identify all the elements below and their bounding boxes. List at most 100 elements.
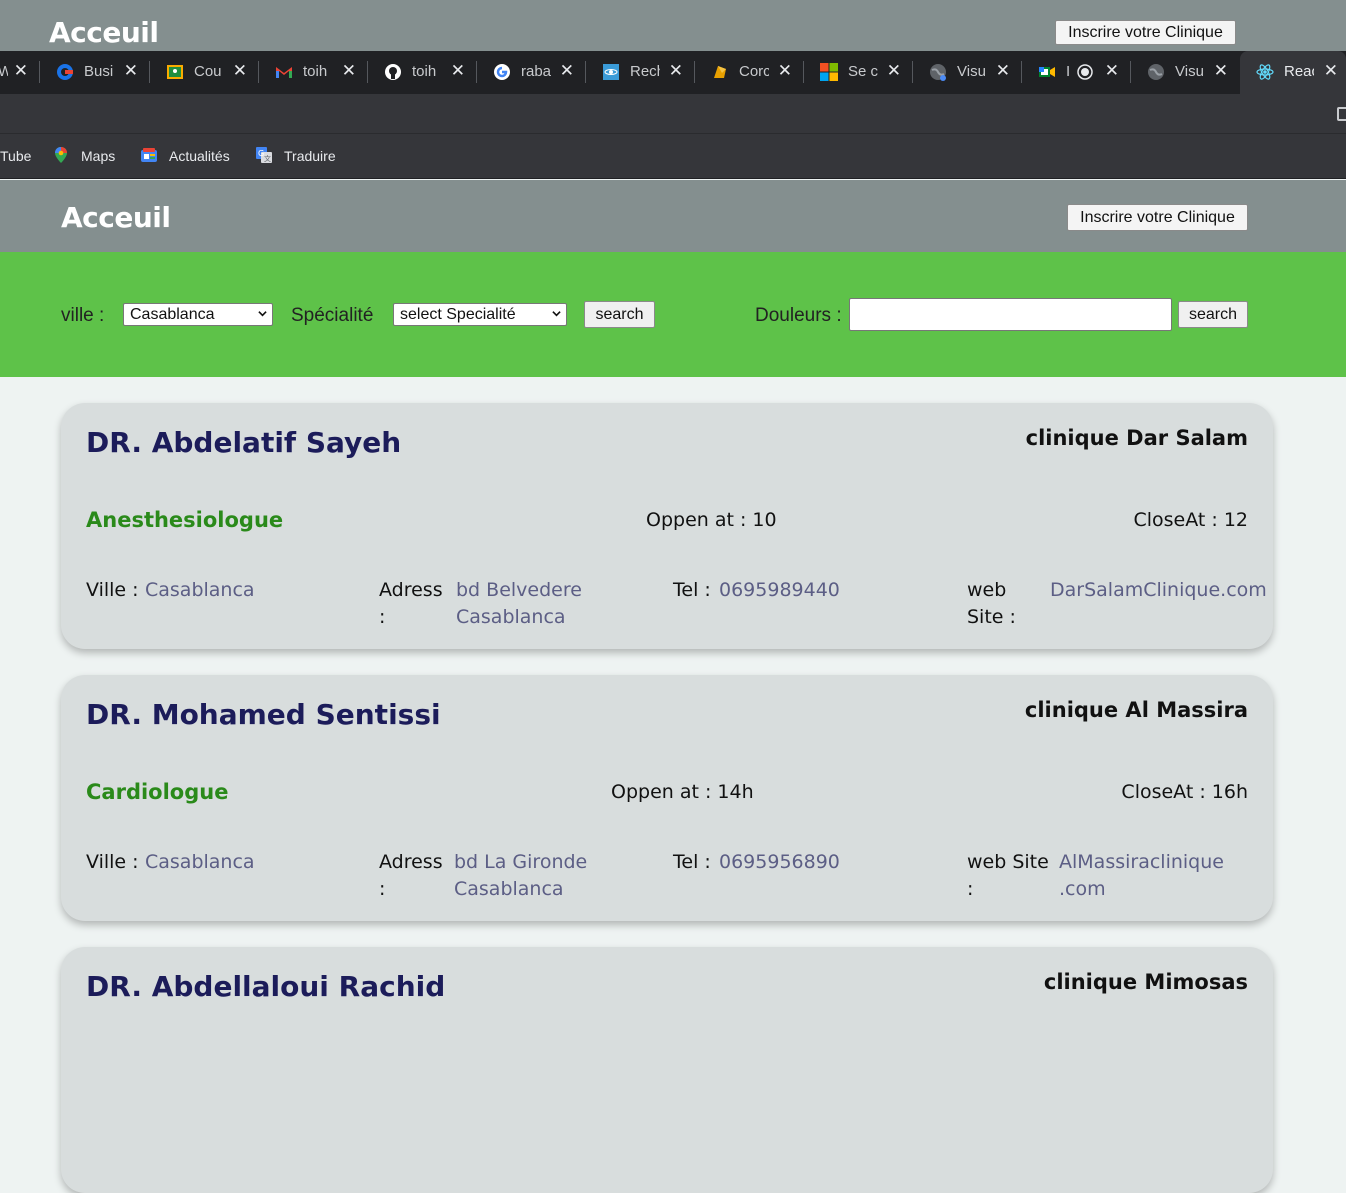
douleurs-input[interactable]: [849, 298, 1172, 331]
website-link[interactable]: AlMassiraclinique: [1059, 849, 1224, 876]
maps-pin-icon: [55, 147, 67, 163]
ghost-header-title: Acceuil: [49, 16, 159, 49]
browser-tab[interactable]: toih ✕: [259, 51, 368, 94]
website-link-line-2[interactable]: .com: [1059, 876, 1106, 903]
specialite-select-value: select Specialité: [400, 306, 516, 323]
classroom-icon: [167, 65, 183, 79]
bookmarks-bar: Tube Maps Actualités G文 Traduire: [0, 133, 1346, 179]
browser-tab[interactable]: W ✕: [0, 51, 40, 94]
close-icon[interactable]: ✕: [996, 61, 1010, 81]
tab-label: Rech: [630, 63, 660, 80]
bookmark-maps[interactable]: Maps: [81, 147, 115, 165]
close-icon[interactable]: ✕: [451, 61, 465, 81]
close-icon[interactable]: ✕: [669, 61, 683, 81]
doctor-card[interactable]: DR. Mohamed Sentissi clinique Al Massira…: [61, 675, 1273, 921]
react-site-icon: [603, 64, 619, 80]
google-icon: [494, 64, 510, 80]
clinic-name: clinique Mimosas: [1043, 970, 1248, 994]
tab-label: Reac: [1284, 63, 1314, 80]
bookmark-translate[interactable]: Traduire: [284, 147, 336, 165]
browser-tab[interactable]: Se c ✕: [804, 51, 913, 94]
close-icon[interactable]: ✕: [560, 61, 574, 81]
app-header: Acceuil Inscrire votre Clinique: [0, 180, 1346, 252]
adress-key: Adress: [379, 851, 443, 873]
bookmark-news[interactable]: Actualités: [169, 147, 230, 165]
tab-label: toih: [412, 63, 437, 80]
close-icon[interactable]: ✕: [124, 61, 138, 81]
specialite-label: Spécialité: [291, 305, 374, 326]
ville-value: Casablanca: [145, 851, 255, 873]
business-icon: [57, 64, 73, 80]
news-icon: [141, 148, 157, 162]
browser-tab[interactable]: Corc ✕: [695, 51, 804, 94]
browser-tab[interactable]: Rech ✕: [586, 51, 695, 94]
browser-tab[interactable]: toih ✕: [368, 51, 477, 94]
bookmark-youtube[interactable]: Tube: [0, 147, 31, 165]
doctor-card[interactable]: DR. Abdellaloui Rachid clinique Mimosas: [61, 947, 1273, 1193]
ville-value: Casablanca: [145, 579, 255, 601]
close-icon[interactable]: ✕: [1214, 61, 1228, 81]
page-title[interactable]: Acceuil: [61, 199, 171, 237]
close-icon[interactable]: ✕: [342, 61, 356, 81]
close-icon[interactable]: ✕: [887, 61, 901, 81]
doctor-name: DR. Abdellaloui Rachid: [86, 970, 446, 1003]
doctor-name: DR. Mohamed Sentissi: [86, 698, 441, 731]
close-icon[interactable]: ✕: [1105, 61, 1119, 81]
chevron-down-icon: [552, 311, 561, 317]
search-button-ville[interactable]: search: [584, 301, 655, 328]
close-icon[interactable]: ✕: [233, 61, 247, 81]
globe-icon: [1148, 64, 1164, 80]
register-clinic-button[interactable]: Inscrire votre Clinique: [1067, 204, 1248, 231]
browser-tab[interactable]: Visu ✕: [913, 51, 1022, 94]
browser-toolbar: [0, 94, 1346, 133]
ghost-header: Acceuil Inscrire votre Clinique: [0, 0, 1346, 51]
browser-tab[interactable]: I ✕: [1022, 51, 1131, 94]
tel-value: 0695989440: [719, 579, 840, 601]
adress-line-1: bd Belvedere: [456, 579, 582, 601]
doctor-card[interactable]: DR. Abdelatif Sayeh clinique Dar Salam A…: [61, 403, 1273, 649]
adress-key-colon: :: [379, 606, 386, 628]
browser-tab[interactable]: raba ✕: [477, 51, 586, 94]
close-icon[interactable]: ✕: [14, 61, 28, 81]
extension-icon[interactable]: [1337, 107, 1346, 121]
tab-label: Visu: [1175, 63, 1204, 80]
tel-value: 0695956890: [719, 851, 840, 873]
browser-tab-strip: W ✕ Busi ✕ Cou ✕ toih ✕ toih ✕ raba ✕ Re…: [0, 51, 1346, 94]
gmail-icon: [276, 67, 292, 78]
ghost-register-clinic-button[interactable]: Inscrire votre Clinique: [1055, 20, 1236, 45]
svg-text:文: 文: [264, 154, 271, 163]
adress-line-2: Casablanca: [456, 606, 566, 628]
cordova-icon: [714, 66, 726, 78]
browser-tab[interactable]: Cou ✕: [150, 51, 259, 94]
douleurs-label: Douleurs :: [755, 305, 842, 326]
chevron-down-icon: [258, 311, 267, 317]
specialty: Cardiologue: [86, 780, 229, 804]
adress-key-colon: :: [379, 878, 386, 900]
browser-tab[interactable]: Busi ✕: [40, 51, 150, 94]
tel-key: Tel :: [673, 851, 711, 873]
meet-icon: [1039, 67, 1055, 77]
open-time: Oppen at : 14h: [611, 781, 754, 803]
search-button-douleurs[interactable]: search: [1178, 301, 1248, 328]
tab-label: I: [1066, 63, 1071, 80]
tab-label: Corc: [739, 63, 769, 80]
tab-label: Se c: [848, 63, 878, 80]
tab-label: raba: [521, 63, 551, 80]
browser-tab-active[interactable]: Reac ✕: [1240, 51, 1346, 94]
tel-key: Tel :: [673, 579, 711, 601]
translate-icon: G文: [256, 147, 272, 163]
clinic-name: clinique Al Massira: [1024, 698, 1248, 722]
github-icon: [385, 64, 401, 80]
specialite-select[interactable]: select Specialité: [393, 303, 567, 326]
ville-key: Ville :: [86, 851, 139, 873]
website-link[interactable]: DarSalamClinique.com: [1050, 577, 1267, 604]
close-icon[interactable]: ✕: [1324, 61, 1338, 81]
microsoft-icon: [820, 63, 838, 81]
browser-tab[interactable]: Visu ✕: [1131, 51, 1240, 94]
website-key-line-2: Site :: [967, 606, 1016, 628]
close-icon[interactable]: ✕: [778, 61, 792, 81]
ville-select[interactable]: Casablanca: [123, 303, 273, 326]
ville-select-value: Casablanca: [130, 306, 215, 323]
adress-line-1: bd La Gironde: [454, 851, 588, 873]
tab-label: toih: [303, 63, 328, 80]
